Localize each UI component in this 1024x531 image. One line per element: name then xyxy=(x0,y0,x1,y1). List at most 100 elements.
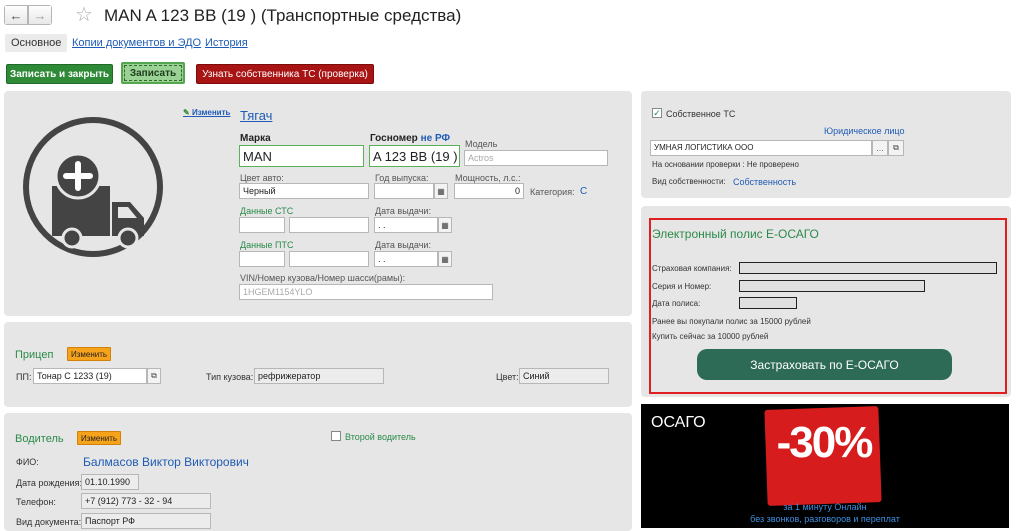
sts-date-label: Дата выдачи: xyxy=(375,206,431,216)
phone-input[interactable]: +7 (912) 773 - 32 - 94 xyxy=(81,493,211,509)
previous-price-text: Ранее вы покупали полис за 15000 рублей xyxy=(652,317,811,326)
truck-icon xyxy=(23,117,163,257)
company-input[interactable]: УМНАЯ ЛОГИСТИКА ООО xyxy=(650,140,872,156)
tractor-title[interactable]: Тягач xyxy=(240,108,272,123)
pts-series-input[interactable] xyxy=(239,251,285,267)
own-vehicle-checkbox[interactable]: ✓ xyxy=(652,108,662,118)
banner-line1: за 1 минуту Онлайн xyxy=(783,502,867,512)
brand-label: Марка xyxy=(240,133,271,144)
pts-calendar-button[interactable]: ▦ xyxy=(438,251,452,267)
open-icon: ⧉ xyxy=(893,143,899,152)
trailer-pp-input[interactable]: Тонар С 1233 (19) xyxy=(33,368,147,384)
year-calendar-button[interactable]: ▦ xyxy=(434,183,448,199)
osago-insure-button[interactable]: Застраховать по Е-ОСАГО xyxy=(697,349,952,380)
trailer-edit-button[interactable]: Изменить xyxy=(67,347,111,361)
back-button[interactable]: ← xyxy=(4,5,28,25)
color-input[interactable]: Черный xyxy=(239,183,369,199)
ownership-type-label: Вид собственности: xyxy=(652,177,726,186)
pencil-icon: ✎ xyxy=(183,108,190,117)
vin-label: VIN/Номер кузова/Номер шасси(рамы): xyxy=(240,273,406,283)
trailer-panel xyxy=(4,322,632,407)
brand-input[interactable]: MAN xyxy=(239,145,364,167)
check-status-text: На основании проверки : Не проверено xyxy=(652,160,799,169)
birth-input[interactable]: 01.10.1990 xyxy=(81,474,139,490)
calendar-icon: ▦ xyxy=(441,220,449,230)
power-label: Мощность, л.с.: xyxy=(455,173,521,183)
tab-history[interactable]: История xyxy=(205,37,248,49)
policy-date-label: Дата полиса: xyxy=(652,299,701,308)
nav-buttons: ← → xyxy=(4,5,52,25)
banner-line2: без звонков, разговоров и переплат xyxy=(750,514,900,524)
trailer-title: Прицеп xyxy=(15,349,54,361)
save-button[interactable]: Записать xyxy=(121,62,185,84)
own-vehicle-label: Собственное ТС xyxy=(666,109,736,119)
trailer-open-button[interactable]: ⧉ xyxy=(147,368,161,384)
arrow-left-icon: ← xyxy=(9,7,23,23)
driver-title: Водитель xyxy=(15,433,64,445)
legal-entity-link[interactable]: Юридическое лицо xyxy=(824,126,905,136)
save-and-close-button[interactable]: Записать и закрыть xyxy=(6,64,113,84)
year-label: Год выпуска: xyxy=(375,173,429,183)
year-input[interactable] xyxy=(374,183,434,199)
driver-name-link[interactable]: Балмасов Виктор Викторович xyxy=(83,455,249,469)
check-owner-button[interactable]: Узнать собственника ТС (проверка) xyxy=(196,64,374,84)
tractor-edit-label: Изменить xyxy=(191,108,231,117)
banner-title: ОСАГО xyxy=(651,414,706,431)
calendar-icon: ▦ xyxy=(441,254,449,264)
company-select-button[interactable]: … xyxy=(872,140,888,156)
page-title: MAN A 123 BB (19 ) (Транспортные средств… xyxy=(104,6,462,25)
sts-series-input[interactable] xyxy=(239,217,285,233)
doc-input[interactable]: Паспорт РФ xyxy=(81,513,211,529)
vin-input[interactable]: 1HGEM1154YLO xyxy=(239,284,493,300)
ellipsis-icon: … xyxy=(876,143,884,153)
policy-date-input[interactable] xyxy=(739,297,797,309)
company-open-button[interactable]: ⧉ xyxy=(888,140,904,156)
pts-label: Данные ПТС xyxy=(240,240,294,250)
trailer-color-label: Цвет: xyxy=(496,372,519,382)
arrow-right-icon: → xyxy=(33,7,47,23)
category-label: Категория: xyxy=(530,187,575,197)
pts-date-input[interactable]: . . xyxy=(374,251,438,267)
open-icon: ⧉ xyxy=(151,371,157,380)
insurer-input[interactable] xyxy=(739,262,997,274)
birth-label: Дата рождения: xyxy=(16,478,82,488)
plate-input[interactable]: A 123 BB (19 ) xyxy=(369,145,460,167)
insurer-label: Страховая компания: xyxy=(652,264,732,273)
favorite-star-icon[interactable]: ☆ xyxy=(75,5,93,25)
plate-non-rf-link[interactable]: не РФ xyxy=(421,133,450,144)
osago-title: Электронный полис Е-ОСАГО xyxy=(652,227,819,241)
ownership-type-link[interactable]: Собственность xyxy=(733,177,796,187)
current-price-text: Купить сейчас за 10000 рублей xyxy=(652,332,769,341)
pts-number-input[interactable] xyxy=(289,251,369,267)
sts-date-input[interactable]: . . xyxy=(374,217,438,233)
sts-number-input[interactable] xyxy=(289,217,369,233)
discount-text: -30% xyxy=(776,418,874,467)
doc-label: Вид документа: xyxy=(16,517,82,527)
phone-label: Телефон: xyxy=(16,497,56,507)
trailer-body-label: Тип кузова: xyxy=(206,372,254,382)
second-driver-label: Второй водитель xyxy=(345,432,416,442)
category-link[interactable]: С xyxy=(580,186,587,197)
plate-label: Госномер xyxy=(370,133,418,144)
second-driver-checkbox[interactable] xyxy=(331,431,341,441)
trailer-pp-label: ПП: xyxy=(16,372,32,382)
plate-label-group: Госномер не РФ xyxy=(370,133,450,144)
tab-documents[interactable]: Копии документов и ЭДО xyxy=(72,37,201,49)
driver-name-label: ФИО: xyxy=(16,457,39,467)
model-input[interactable]: Actros xyxy=(464,150,608,166)
trailer-body-input[interactable]: рефрижератор xyxy=(254,368,384,384)
pts-date-label: Дата выдачи: xyxy=(375,240,431,250)
series-label: Серия и Номер: xyxy=(652,282,712,291)
calendar-icon: ▦ xyxy=(437,186,445,196)
driver-edit-button[interactable]: Изменить xyxy=(77,431,121,445)
sts-label: Данные СТС xyxy=(240,206,294,216)
trailer-color-input[interactable]: Синий xyxy=(519,368,609,384)
tab-main[interactable]: Основное xyxy=(5,34,68,52)
color-label: Цвет авто: xyxy=(240,173,284,183)
tractor-edit-link[interactable]: ✎ Изменить xyxy=(183,108,230,117)
sts-calendar-button[interactable]: ▦ xyxy=(438,217,452,233)
series-input[interactable] xyxy=(739,280,925,292)
forward-button[interactable]: → xyxy=(28,5,52,25)
model-label: Модель xyxy=(465,139,498,149)
power-input[interactable]: 0 xyxy=(454,183,524,199)
